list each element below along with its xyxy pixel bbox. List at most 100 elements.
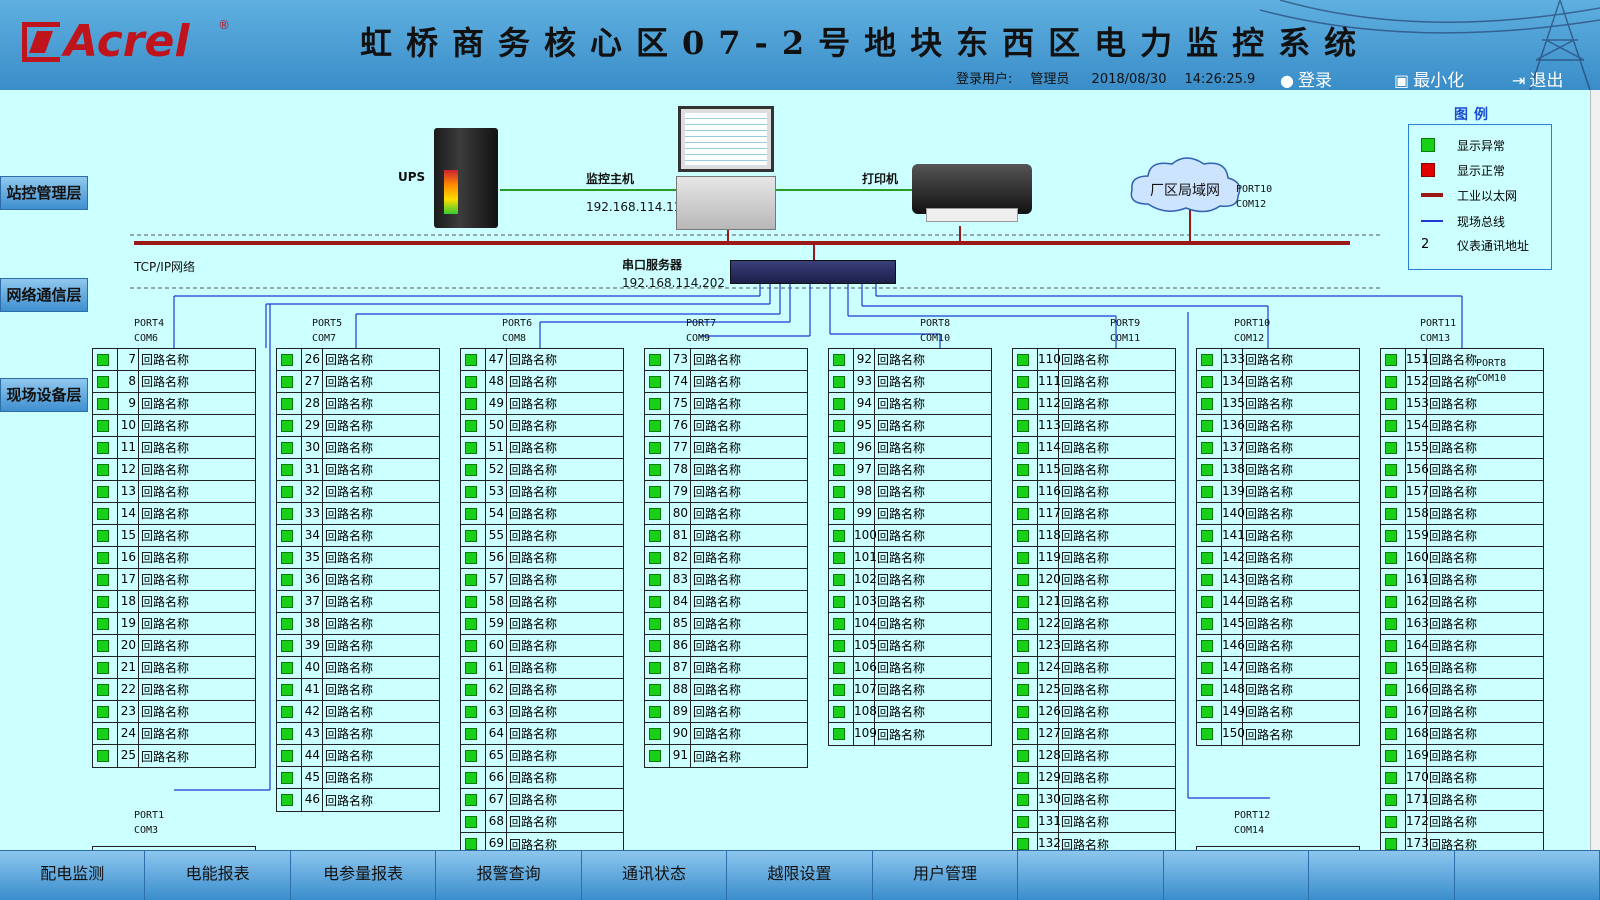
monitoring-host[interactable]	[676, 106, 776, 230]
login-button[interactable]: ● 登录	[1280, 66, 1332, 90]
circuit-row[interactable]: 166 回路名称	[1381, 678, 1543, 701]
circuit-row[interactable]: 77 回路名称	[645, 436, 807, 459]
circuit-row[interactable]: 143 回路名称	[1197, 568, 1359, 591]
circuit-row[interactable]: 165 回路名称	[1381, 656, 1543, 679]
circuit-row[interactable]: 170 回路名称	[1381, 766, 1543, 789]
circuit-row[interactable]: 138 回路名称	[1197, 458, 1359, 481]
circuit-row[interactable]: 91 回路名称	[645, 745, 807, 767]
circuit-row[interactable]: 104 回路名称	[829, 612, 991, 635]
circuit-row[interactable]: 25 回路名称	[93, 745, 255, 767]
circuit-row[interactable]: 51 回路名称	[461, 436, 623, 459]
circuit-row[interactable]: 158 回路名称	[1381, 502, 1543, 525]
circuit-row[interactable]: 84 回路名称	[645, 590, 807, 613]
circuit-row[interactable]: 12 回路名称	[93, 458, 255, 481]
circuit-row[interactable]: 88 回路名称	[645, 678, 807, 701]
circuit-row[interactable]: 10 回路名称	[93, 414, 255, 437]
printer-device[interactable]	[912, 154, 1032, 226]
circuit-row[interactable]: 30 回路名称	[277, 436, 439, 459]
circuit-row[interactable]: 83 回路名称	[645, 568, 807, 591]
circuit-row[interactable]: 16 回路名称	[93, 546, 255, 569]
minimize-button[interactable]: ▣ 最小化	[1394, 66, 1464, 90]
circuit-row[interactable]: 66 回路名称	[461, 766, 623, 789]
circuit-row[interactable]: 100 回路名称	[829, 524, 991, 547]
circuit-row[interactable]: 75 回路名称	[645, 392, 807, 415]
circuit-row[interactable]: 140 回路名称	[1197, 502, 1359, 525]
nav-alarm-query[interactable]: 报警查询	[436, 851, 582, 900]
circuit-row[interactable]: 61 回路名称	[461, 656, 623, 679]
nav-empty-1[interactable]	[1018, 851, 1164, 900]
circuit-row[interactable]: 8 回路名称	[93, 370, 255, 393]
circuit-row[interactable]: 7 回路名称	[93, 348, 255, 371]
circuit-row[interactable]: 118 回路名称	[1013, 524, 1175, 547]
circuit-row[interactable]: 32 回路名称	[277, 480, 439, 503]
circuit-row[interactable]: 171 回路名称	[1381, 788, 1543, 811]
circuit-row[interactable]: 42 回路名称	[277, 700, 439, 723]
circuit-row[interactable]: 131 回路名称	[1013, 810, 1175, 833]
circuit-row[interactable]: 102 回路名称	[829, 568, 991, 591]
circuit-row[interactable]: 98 回路名称	[829, 480, 991, 503]
circuit-row[interactable]: 73 回路名称	[645, 348, 807, 371]
circuit-row[interactable]: 31 回路名称	[277, 458, 439, 481]
circuit-row[interactable]: 144 回路名称	[1197, 590, 1359, 613]
circuit-row[interactable]: 62 回路名称	[461, 678, 623, 701]
circuit-row[interactable]: 53 回路名称	[461, 480, 623, 503]
nav-empty-4[interactable]	[1455, 851, 1600, 900]
circuit-row[interactable]: 141 回路名称	[1197, 524, 1359, 547]
circuit-row[interactable]: 50 回路名称	[461, 414, 623, 437]
circuit-row[interactable]: 54 回路名称	[461, 502, 623, 525]
circuit-row[interactable]: 52 回路名称	[461, 458, 623, 481]
circuit-row[interactable]: 136 回路名称	[1197, 414, 1359, 437]
circuit-row[interactable]: 128 回路名称	[1013, 744, 1175, 767]
circuit-row[interactable]: 151 回路名称	[1381, 348, 1543, 371]
exit-button[interactable]: ⇥ 退出	[1512, 66, 1563, 90]
circuit-row[interactable]: 33 回路名称	[277, 502, 439, 525]
nav-limit-settings[interactable]: 越限设置	[727, 851, 873, 900]
circuit-row[interactable]: 150 回路名称	[1197, 723, 1359, 745]
nav-parameter-report[interactable]: 电参量报表	[291, 851, 437, 900]
circuit-row[interactable]: 164 回路名称	[1381, 634, 1543, 657]
circuit-row[interactable]: 124 回路名称	[1013, 656, 1175, 679]
circuit-row[interactable]: 48 回路名称	[461, 370, 623, 393]
circuit-row[interactable]: 56 回路名称	[461, 546, 623, 569]
circuit-row[interactable]: 126 回路名称	[1013, 700, 1175, 723]
circuit-row[interactable]: 14 回路名称	[93, 502, 255, 525]
circuit-row[interactable]: 134 回路名称	[1197, 370, 1359, 393]
circuit-row[interactable]: 64 回路名称	[461, 722, 623, 745]
circuit-row[interactable]: 157 回路名称	[1381, 480, 1543, 503]
circuit-row[interactable]: 95 回路名称	[829, 414, 991, 437]
circuit-row[interactable]: 117 回路名称	[1013, 502, 1175, 525]
circuit-row[interactable]: 120 回路名称	[1013, 568, 1175, 591]
circuit-row[interactable]: 26 回路名称	[277, 348, 439, 371]
circuit-row[interactable]: 169 回路名称	[1381, 744, 1543, 767]
circuit-row[interactable]: 35 回路名称	[277, 546, 439, 569]
circuit-row[interactable]: 108 回路名称	[829, 700, 991, 723]
circuit-row[interactable]: 168 回路名称	[1381, 722, 1543, 745]
circuit-row[interactable]: 49 回路名称	[461, 392, 623, 415]
circuit-row[interactable]: 11 回路名称	[93, 436, 255, 459]
circuit-row[interactable]: 155 回路名称	[1381, 436, 1543, 459]
circuit-row[interactable]: 97 回路名称	[829, 458, 991, 481]
circuit-row[interactable]: 101 回路名称	[829, 546, 991, 569]
circuit-row[interactable]: 106 回路名称	[829, 656, 991, 679]
circuit-row[interactable]: 22 回路名称	[93, 678, 255, 701]
circuit-row[interactable]: 55 回路名称	[461, 524, 623, 547]
circuit-row[interactable]: 27 回路名称	[277, 370, 439, 393]
circuit-row[interactable]: 74 回路名称	[645, 370, 807, 393]
circuit-row[interactable]: 40 回路名称	[277, 656, 439, 679]
circuit-row[interactable]: 37 回路名称	[277, 590, 439, 613]
nav-distribution-monitor[interactable]: 配电监测	[0, 851, 146, 900]
circuit-row[interactable]: 15 回路名称	[93, 524, 255, 547]
circuit-row[interactable]: 149 回路名称	[1197, 700, 1359, 723]
circuit-row[interactable]: 87 回路名称	[645, 656, 807, 679]
nav-empty-2[interactable]	[1164, 851, 1310, 900]
circuit-row[interactable]: 156 回路名称	[1381, 458, 1543, 481]
circuit-row[interactable]: 105 回路名称	[829, 634, 991, 657]
circuit-row[interactable]: 59 回路名称	[461, 612, 623, 635]
circuit-row[interactable]: 45 回路名称	[277, 766, 439, 789]
circuit-row[interactable]: 78 回路名称	[645, 458, 807, 481]
ups-device[interactable]	[434, 128, 498, 228]
circuit-row[interactable]: 39 回路名称	[277, 634, 439, 657]
circuit-row[interactable]: 115 回路名称	[1013, 458, 1175, 481]
circuit-row[interactable]: 23 回路名称	[93, 700, 255, 723]
circuit-row[interactable]: 133 回路名称	[1197, 348, 1359, 371]
